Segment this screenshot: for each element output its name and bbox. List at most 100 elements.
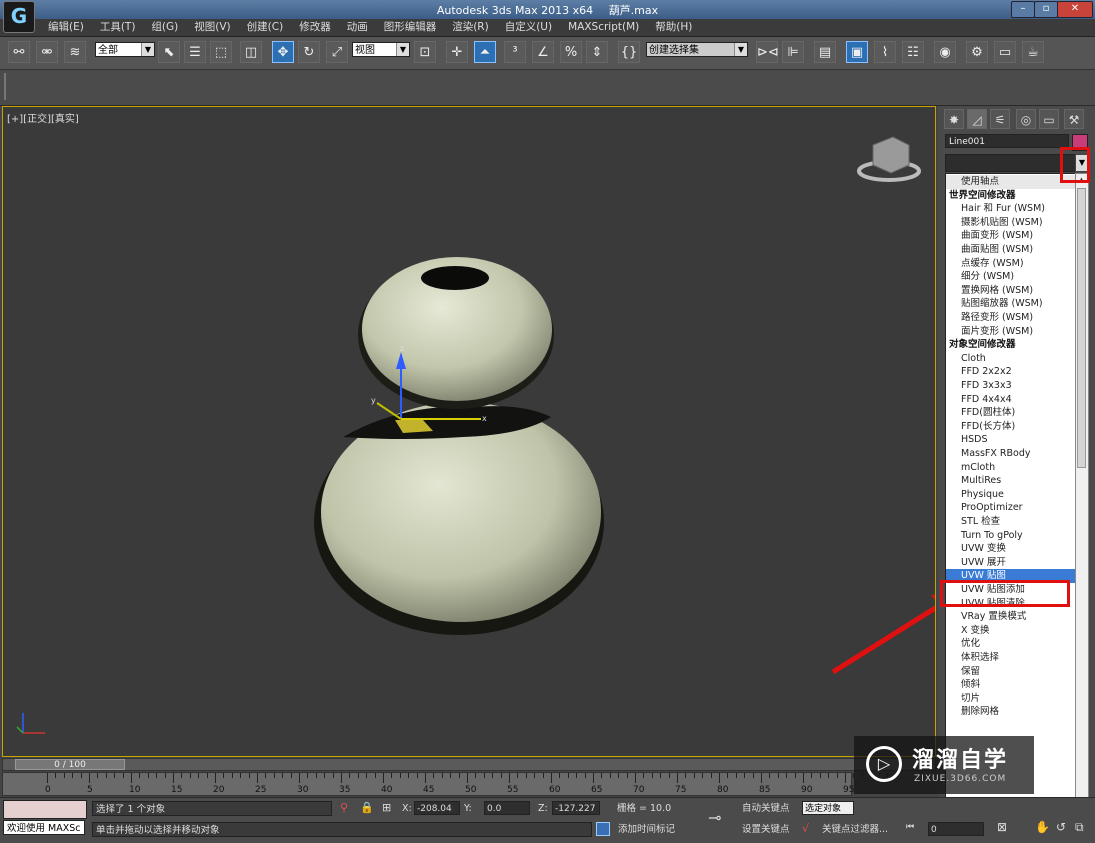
bind-space-warp-icon[interactable]: ≋ (64, 41, 86, 63)
layer-manager-icon[interactable]: ▤ (814, 41, 836, 63)
modifier-list-item[interactable]: 删除网格 (946, 705, 1076, 719)
modifier-list-item[interactable]: 贴图缩放器 (WSM) (946, 297, 1076, 311)
modifier-list-item[interactable]: Hair 和 Fur (WSM) (946, 202, 1076, 216)
angle-snap-icon[interactable]: ∠ (532, 41, 554, 63)
display-tab-icon[interactable]: ▭ (1039, 109, 1059, 129)
percent-snap-icon[interactable]: % (560, 41, 582, 63)
graphite-toggle-icon[interactable]: ▣ (846, 41, 868, 63)
modifier-list-item[interactable]: 路径变形 (WSM) (946, 311, 1076, 325)
modifier-list-item[interactable]: 点缓存 (WSM) (946, 257, 1076, 271)
render-production-icon[interactable]: ☕ (1022, 41, 1044, 63)
modifier-list-item[interactable]: MassFX RBody (946, 447, 1076, 461)
utilities-tab-icon[interactable]: ⚒ (1064, 109, 1084, 129)
modifier-list-item[interactable]: 体积选择 (946, 651, 1076, 665)
x-coord-field[interactable]: -208.04 (414, 801, 460, 815)
hierarchy-tab-icon[interactable]: ⚟ (990, 109, 1010, 129)
menu-item[interactable]: 编辑(E) (40, 19, 92, 36)
modifier-list-item[interactable]: 优化 (946, 637, 1076, 651)
orbit-icon[interactable]: ↺ (1056, 820, 1066, 834)
modifier-list-item[interactable]: 切片 (946, 692, 1076, 706)
object-name-field[interactable]: Line001 (945, 134, 1069, 148)
modifier-list-item[interactable]: 曲面贴图 (WSM) (946, 243, 1076, 257)
reference-coord-dropdown[interactable]: 视图 ▼ (352, 42, 410, 57)
menu-item[interactable]: 组(G) (143, 19, 186, 36)
render-setup-icon[interactable]: ⚙ (966, 41, 988, 63)
modifier-list-item[interactable]: FFD 2x2x2 (946, 365, 1076, 379)
menu-item[interactable]: 修改器 (291, 19, 339, 36)
modifier-list-item[interactable]: FFD(圆柱体) (946, 406, 1076, 420)
window-crossing-icon[interactable]: ◫ (240, 41, 262, 63)
menu-item[interactable]: 视图(V) (186, 19, 238, 36)
modifier-list-item[interactable]: UVW 展开 (946, 556, 1076, 570)
modifier-list-item[interactable]: 摄影机贴图 (WSM) (946, 216, 1076, 230)
app-logo-icon[interactable]: G (3, 1, 35, 33)
set-key-mode-icon[interactable]: ⊸ (708, 808, 721, 827)
modifier-list-item[interactable]: STL 检查 (946, 515, 1076, 529)
modifier-list-dropdown[interactable] (945, 154, 1079, 172)
snaps-toggle-icon[interactable]: ³ (504, 41, 526, 63)
modifier-list-item[interactable]: 面片变形 (WSM) (946, 325, 1076, 339)
modifier-list-item[interactable]: 细分 (WSM) (946, 270, 1076, 284)
keyboard-shortcut-override-icon[interactable]: ⏶ (474, 41, 496, 63)
curve-editor-icon[interactable]: ⌇ (874, 41, 896, 63)
modifier-list-item[interactable]: FFD 4x4x4 (946, 393, 1076, 407)
unlink-icon[interactable]: ⚮ (36, 41, 58, 63)
isolate-selection-icon[interactable]: ⚲ (340, 801, 348, 814)
modifier-list-item[interactable]: Turn To gPoly (946, 529, 1076, 543)
menu-item[interactable]: 动画 (339, 19, 376, 36)
pan-icon[interactable]: ✋ (1035, 820, 1050, 834)
rect-selection-icon[interactable]: ⬚ (210, 41, 232, 63)
gizmo-y-axis[interactable] (376, 402, 402, 420)
modifier-list-item[interactable]: X 变换 (946, 624, 1076, 638)
current-frame-field[interactable]: 0 (928, 822, 984, 836)
menu-item[interactable]: 自定义(U) (497, 19, 560, 36)
goto-start-icon[interactable]: ⏮ (906, 822, 914, 832)
menu-item[interactable]: MAXScript(M) (560, 19, 647, 36)
pivot-center-icon[interactable]: ⊡ (414, 41, 436, 63)
modifier-list-item[interactable]: 保留 (946, 665, 1076, 679)
z-coord-field[interactable]: -127.227 (552, 801, 600, 815)
modifier-list-item[interactable]: MultiRes (946, 474, 1076, 488)
named-selection-dropdown[interactable]: 创建选择集 ▼ (646, 42, 748, 57)
create-tab-icon[interactable]: ✸ (944, 109, 964, 129)
modifier-list-item[interactable]: FFD 3x3x3 (946, 379, 1076, 393)
modifier-list-item[interactable]: HSDS (946, 433, 1076, 447)
menu-item[interactable]: 创建(C) (239, 19, 292, 36)
modifier-list-item[interactable]: VRay 置换模式 (946, 610, 1076, 624)
rendered-frame-icon[interactable]: ▭ (994, 41, 1016, 63)
modifier-list-item[interactable]: ProOptimizer (946, 501, 1076, 515)
auto-key-button[interactable]: 自动关键点 (742, 801, 790, 816)
select-rotate-icon[interactable]: ↻ (298, 41, 320, 63)
key-filter-dropdown[interactable]: 选定对象 (802, 801, 854, 815)
time-slider[interactable]: 0 / 100 (2, 758, 936, 771)
modifier-list-item[interactable]: Cloth (946, 352, 1076, 366)
menu-item[interactable]: 工具(T) (92, 19, 144, 36)
modifier-list-item[interactable]: mCloth (946, 461, 1076, 475)
mirror-icon[interactable]: ⊳⊲ (756, 41, 779, 63)
modifier-list-item[interactable]: 倾斜 (946, 678, 1076, 692)
select-move-icon[interactable]: ✥ (272, 41, 294, 63)
key-filters-button[interactable]: 关键点过滤器... (822, 822, 888, 837)
modify-tab-icon[interactable]: ◿ (967, 109, 987, 129)
select-object-icon[interactable]: ⬉ (158, 41, 180, 63)
time-slider-thumb[interactable]: 0 / 100 (15, 759, 125, 770)
edit-named-selection-icon[interactable]: {} (618, 41, 640, 63)
motion-tab-icon[interactable]: ◎ (1016, 109, 1036, 129)
zoom-extents-icon[interactable]: ⊠ (997, 820, 1007, 834)
modifier-list-scrollbar[interactable]: ▲ ▼ (1075, 173, 1089, 815)
absolute-mode-icon[interactable]: ⊞ (382, 801, 391, 814)
modifier-list-item[interactable]: UVW 变换 (946, 542, 1076, 556)
schematic-view-icon[interactable]: ☷ (902, 41, 924, 63)
select-by-name-icon[interactable]: ☰ (184, 41, 206, 63)
track-bar[interactable]: 0 5 10 15 20 25 30 35 40 45 50 55 60 65 70 75 80 85 90 95 (2, 772, 888, 796)
ribbon-handle[interactable] (4, 73, 6, 100)
menu-item[interactable]: 渲染(R) (444, 19, 497, 36)
close-button[interactable]: ✕ (1057, 1, 1093, 18)
modifier-list-item[interactable]: Physique (946, 488, 1076, 502)
add-time-tag[interactable]: 添加时间标记 (618, 822, 675, 837)
select-scale-icon[interactable]: ⤢ (326, 41, 348, 63)
modifier-list-item[interactable]: FFD(长方体) (946, 420, 1076, 434)
modifier-list-item[interactable]: 置换网格 (WSM) (946, 284, 1076, 298)
modifier-list-item[interactable]: 曲面变形 (WSM) (946, 229, 1076, 243)
lock-selection-icon[interactable]: 🔒 (360, 801, 374, 814)
